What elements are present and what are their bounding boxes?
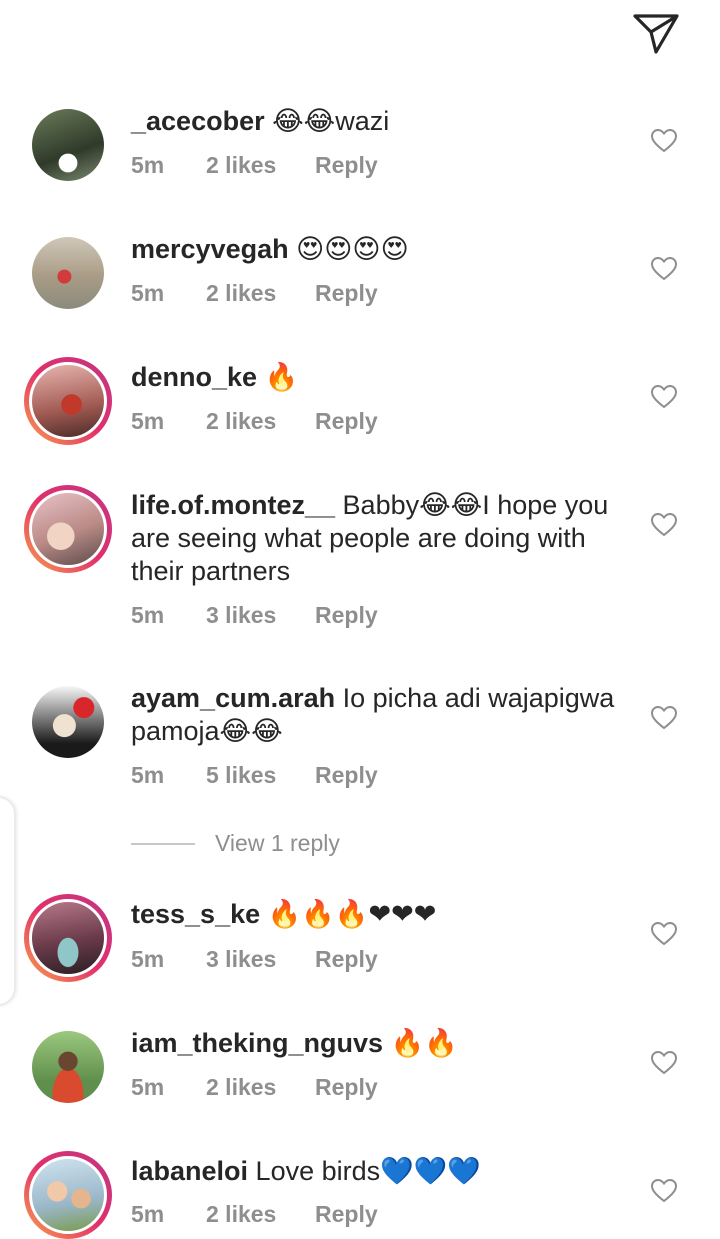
like-heart-icon[interactable] bbox=[650, 256, 678, 281]
comment-text: 🔥 bbox=[264, 362, 299, 392]
reply-button[interactable]: Reply bbox=[315, 280, 378, 307]
like-heart-icon[interactable] bbox=[650, 1178, 678, 1203]
reply-button[interactable]: Reply bbox=[315, 1201, 378, 1228]
view-replies-label: View 1 reply bbox=[215, 830, 340, 856]
reply-button[interactable]: Reply bbox=[315, 1074, 378, 1101]
avatar[interactable] bbox=[24, 357, 112, 445]
send-icon[interactable] bbox=[632, 12, 680, 56]
avatar[interactable] bbox=[32, 1031, 104, 1103]
comment-likes[interactable]: 2 likes bbox=[206, 152, 276, 179]
like-heart-icon[interactable] bbox=[650, 128, 678, 153]
comment-time: 5m bbox=[131, 280, 165, 306]
avatar[interactable] bbox=[24, 894, 112, 982]
like-heart-icon[interactable] bbox=[650, 512, 678, 537]
comment-likes[interactable]: 5 likes bbox=[206, 762, 276, 789]
comment-username[interactable]: _acecober bbox=[131, 106, 265, 136]
avatar[interactable] bbox=[32, 686, 104, 758]
comment-likes[interactable]: 3 likes bbox=[206, 602, 276, 629]
like-heart-icon[interactable] bbox=[650, 705, 678, 730]
comment-time: 5m bbox=[131, 1201, 165, 1227]
comment-likes[interactable]: 3 likes bbox=[206, 946, 276, 973]
reply-button[interactable]: Reply bbox=[315, 602, 378, 629]
avatar[interactable] bbox=[24, 485, 112, 573]
comment-text: 😂😂wazi bbox=[272, 106, 390, 136]
comment-username[interactable]: life.of.montez__ bbox=[131, 490, 335, 520]
comment-text: 😍😍😍😍 bbox=[296, 234, 409, 264]
avatar[interactable] bbox=[24, 1151, 112, 1239]
comment-time: 5m bbox=[131, 152, 165, 178]
avatar[interactable] bbox=[32, 237, 104, 309]
comment-username[interactable]: mercyvegah bbox=[131, 234, 289, 264]
comment-likes[interactable]: 2 likes bbox=[206, 280, 276, 307]
reply-button[interactable]: Reply bbox=[315, 408, 378, 435]
comment-likes[interactable]: 2 likes bbox=[206, 408, 276, 435]
reply-button[interactable]: Reply bbox=[315, 152, 378, 179]
comment-username[interactable]: ayam_cum.arah bbox=[131, 683, 335, 713]
comment-time: 5m bbox=[131, 1074, 165, 1100]
comment-time: 5m bbox=[131, 946, 165, 972]
comment-username[interactable]: iam_theking_nguvs bbox=[131, 1028, 383, 1058]
comment-username[interactable]: tess_s_ke bbox=[131, 899, 260, 929]
comment-text: Love birds💙💙💙 bbox=[255, 1156, 481, 1186]
comment-time: 5m bbox=[131, 408, 165, 434]
reply-button[interactable]: Reply bbox=[315, 762, 378, 789]
comment-text: 🔥🔥🔥❤❤❤ bbox=[267, 899, 437, 929]
comment-text: 🔥🔥 bbox=[390, 1028, 458, 1058]
comment-time: 5m bbox=[131, 762, 165, 788]
like-heart-icon[interactable] bbox=[650, 921, 678, 946]
like-heart-icon[interactable] bbox=[650, 384, 678, 409]
divider bbox=[131, 843, 195, 845]
avatar[interactable] bbox=[32, 109, 104, 181]
reply-button[interactable]: Reply bbox=[315, 946, 378, 973]
comment-username[interactable]: denno_ke bbox=[131, 362, 257, 392]
comment-time: 5m bbox=[131, 602, 165, 628]
comment-likes[interactable]: 2 likes bbox=[206, 1201, 276, 1228]
comment-likes[interactable]: 2 likes bbox=[206, 1074, 276, 1101]
side-panel-handle[interactable] bbox=[0, 796, 16, 1006]
like-heart-icon[interactable] bbox=[650, 1050, 678, 1075]
view-replies-button[interactable]: View 1 reply bbox=[131, 830, 431, 860]
comment-username[interactable]: labaneloi bbox=[131, 1156, 248, 1186]
